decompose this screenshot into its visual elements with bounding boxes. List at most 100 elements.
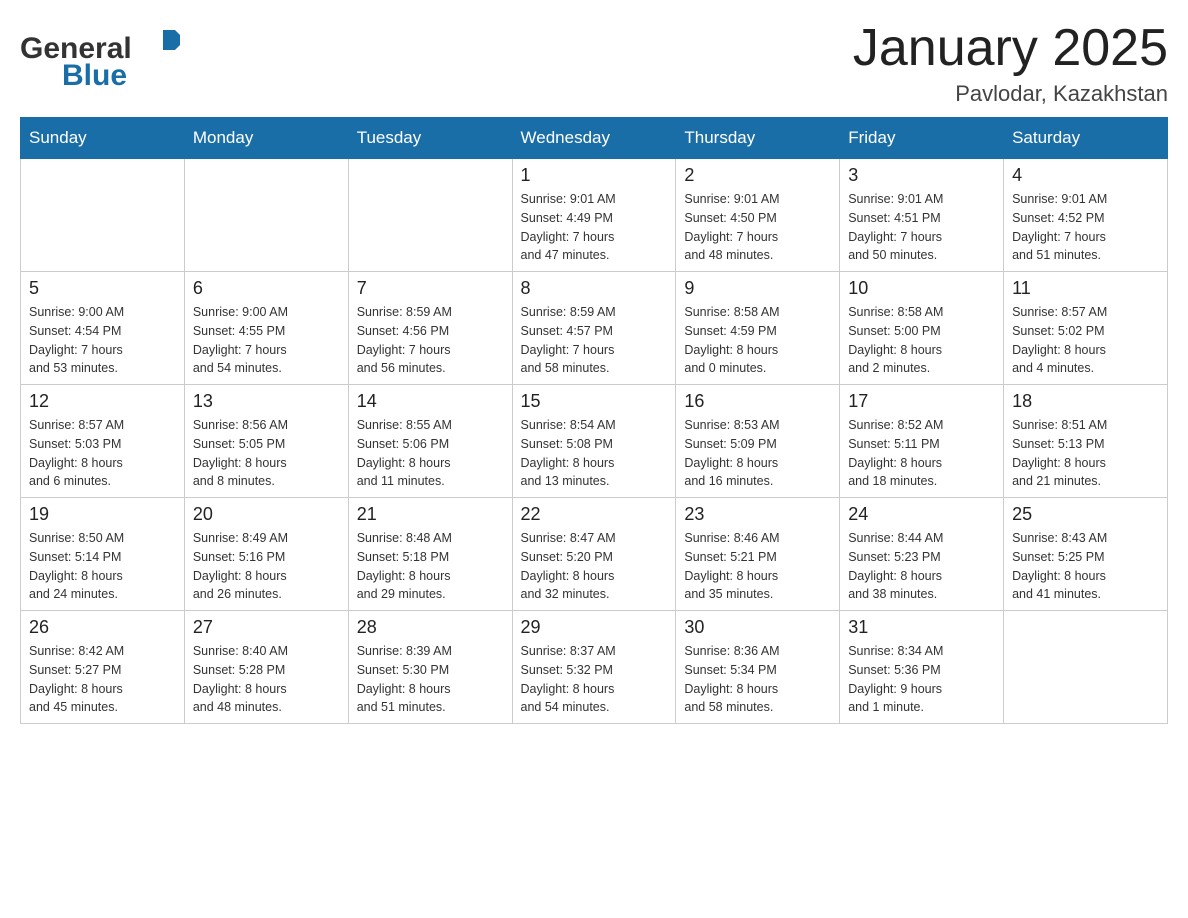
logo-svg: General Blue [20, 20, 180, 95]
day-info: Sunrise: 8:51 AM Sunset: 5:13 PM Dayligh… [1012, 416, 1159, 491]
day-number: 19 [29, 504, 176, 525]
day-info: Sunrise: 9:00 AM Sunset: 4:54 PM Dayligh… [29, 303, 176, 378]
day-number: 1 [521, 165, 668, 186]
day-number: 8 [521, 278, 668, 299]
day-info: Sunrise: 8:58 AM Sunset: 5:00 PM Dayligh… [848, 303, 995, 378]
week-row-4: 19 Sunrise: 8:50 AM Sunset: 5:14 PM Dayli… [21, 498, 1168, 611]
day-info: Sunrise: 8:59 AM Sunset: 4:56 PM Dayligh… [357, 303, 504, 378]
svg-text:Blue: Blue [62, 59, 127, 92]
day-info: Sunrise: 8:56 AM Sunset: 5:05 PM Dayligh… [193, 416, 340, 491]
calendar-cell: 19 Sunrise: 8:50 AM Sunset: 5:14 PM Dayli… [21, 498, 185, 611]
day-number: 10 [848, 278, 995, 299]
day-info: Sunrise: 8:57 AM Sunset: 5:02 PM Dayligh… [1012, 303, 1159, 378]
header-day-sunday: Sunday [21, 118, 185, 159]
day-number: 31 [848, 617, 995, 638]
calendar-cell: 21 Sunrise: 8:48 AM Sunset: 5:18 PM Dayli… [348, 498, 512, 611]
header-day-friday: Friday [840, 118, 1004, 159]
day-info: Sunrise: 8:36 AM Sunset: 5:34 PM Dayligh… [684, 642, 831, 717]
day-number: 28 [357, 617, 504, 638]
day-number: 13 [193, 391, 340, 412]
calendar-cell: 3 Sunrise: 9:01 AM Sunset: 4:51 PM Daylig… [840, 159, 1004, 272]
day-number: 20 [193, 504, 340, 525]
header-day-thursday: Thursday [676, 118, 840, 159]
day-info: Sunrise: 8:58 AM Sunset: 4:59 PM Dayligh… [684, 303, 831, 378]
calendar-cell: 20 Sunrise: 8:49 AM Sunset: 5:16 PM Dayli… [184, 498, 348, 611]
week-row-2: 5 Sunrise: 9:00 AM Sunset: 4:54 PM Daylig… [21, 272, 1168, 385]
calendar-cell: 28Sunrise: 8:39 AM Sunset: 5:30 PM Dayli… [348, 611, 512, 724]
calendar-table: SundayMondayTuesdayWednesdayThursdayFrid… [20, 117, 1168, 724]
day-number: 16 [684, 391, 831, 412]
day-info: Sunrise: 8:57 AM Sunset: 5:03 PM Dayligh… [29, 416, 176, 491]
calendar-cell: 13 Sunrise: 8:56 AM Sunset: 5:05 PM Dayli… [184, 385, 348, 498]
day-info: Sunrise: 8:42 AM Sunset: 5:27 PM Dayligh… [29, 642, 176, 717]
day-info: Sunrise: 9:01 AM Sunset: 4:51 PM Dayligh… [848, 190, 995, 265]
day-number: 24 [848, 504, 995, 525]
day-number: 27 [193, 617, 340, 638]
calendar-cell: 31 Sunrise: 8:34 AM Sunset: 5:36 PM Dayli… [840, 611, 1004, 724]
calendar-cell: 1 Sunrise: 9:01 AM Sunset: 4:49 PM Daylig… [512, 159, 676, 272]
month-title: January 2025 [853, 20, 1168, 77]
calendar-cell: 6Sunrise: 9:00 AM Sunset: 4:55 PM Daylig… [184, 272, 348, 385]
calendar-cell: 17 Sunrise: 8:52 AM Sunset: 5:11 PM Dayli… [840, 385, 1004, 498]
day-info: Sunrise: 8:48 AM Sunset: 5:18 PM Dayligh… [357, 529, 504, 604]
logo: General Blue [20, 20, 180, 95]
day-info: Sunrise: 8:53 AM Sunset: 5:09 PM Dayligh… [684, 416, 831, 491]
day-number: 18 [1012, 391, 1159, 412]
day-number: 14 [357, 391, 504, 412]
calendar-header-row: SundayMondayTuesdayWednesdayThursdayFrid… [21, 118, 1168, 159]
title-section: January 2025 Pavlodar, Kazakhstan [853, 20, 1168, 107]
day-number: 5 [29, 278, 176, 299]
day-info: Sunrise: 8:46 AM Sunset: 5:21 PM Dayligh… [684, 529, 831, 604]
week-row-1: 1 Sunrise: 9:01 AM Sunset: 4:49 PM Daylig… [21, 159, 1168, 272]
day-number: 3 [848, 165, 995, 186]
week-row-3: 12 Sunrise: 8:57 AM Sunset: 5:03 PM Dayli… [21, 385, 1168, 498]
day-number: 30 [684, 617, 831, 638]
day-info: Sunrise: 8:55 AM Sunset: 5:06 PM Dayligh… [357, 416, 504, 491]
day-info: Sunrise: 8:49 AM Sunset: 5:16 PM Dayligh… [193, 529, 340, 604]
day-number: 11 [1012, 278, 1159, 299]
day-info: Sunrise: 8:50 AM Sunset: 5:14 PM Dayligh… [29, 529, 176, 604]
calendar-cell: 11 Sunrise: 8:57 AM Sunset: 5:02 PM Dayli… [1004, 272, 1168, 385]
day-info: Sunrise: 8:47 AM Sunset: 5:20 PM Dayligh… [521, 529, 668, 604]
day-number: 4 [1012, 165, 1159, 186]
calendar-cell: 2Sunrise: 9:01 AM Sunset: 4:50 PM Daylig… [676, 159, 840, 272]
page-header: General Blue January 2025 Pavlodar, Kaza… [20, 20, 1168, 107]
calendar-cell: 8 Sunrise: 8:59 AM Sunset: 4:57 PM Daylig… [512, 272, 676, 385]
day-number: 12 [29, 391, 176, 412]
calendar-cell: 30 Sunrise: 8:36 AM Sunset: 5:34 PM Dayli… [676, 611, 840, 724]
day-info: Sunrise: 8:34 AM Sunset: 5:36 PM Dayligh… [848, 642, 995, 717]
calendar-cell: 18 Sunrise: 8:51 AM Sunset: 5:13 PM Dayli… [1004, 385, 1168, 498]
calendar-cell: 22Sunrise: 8:47 AM Sunset: 5:20 PM Dayli… [512, 498, 676, 611]
calendar-cell: 10 Sunrise: 8:58 AM Sunset: 5:00 PM Dayli… [840, 272, 1004, 385]
calendar-cell: 25Sunrise: 8:43 AM Sunset: 5:25 PM Dayli… [1004, 498, 1168, 611]
calendar-cell: 5 Sunrise: 9:00 AM Sunset: 4:54 PM Daylig… [21, 272, 185, 385]
day-number: 21 [357, 504, 504, 525]
calendar-cell: 15Sunrise: 8:54 AM Sunset: 5:08 PM Dayli… [512, 385, 676, 498]
calendar-cell: 14 Sunrise: 8:55 AM Sunset: 5:06 PM Dayli… [348, 385, 512, 498]
calendar-cell: 12 Sunrise: 8:57 AM Sunset: 5:03 PM Dayli… [21, 385, 185, 498]
day-info: Sunrise: 8:44 AM Sunset: 5:23 PM Dayligh… [848, 529, 995, 604]
day-number: 17 [848, 391, 995, 412]
calendar-cell: 29 Sunrise: 8:37 AM Sunset: 5:32 PM Dayli… [512, 611, 676, 724]
day-info: Sunrise: 8:40 AM Sunset: 5:28 PM Dayligh… [193, 642, 340, 717]
calendar-cell: 24 Sunrise: 8:44 AM Sunset: 5:23 PM Dayli… [840, 498, 1004, 611]
day-info: Sunrise: 9:01 AM Sunset: 4:49 PM Dayligh… [521, 190, 668, 265]
header-day-wednesday: Wednesday [512, 118, 676, 159]
calendar-cell: 16 Sunrise: 8:53 AM Sunset: 5:09 PM Dayli… [676, 385, 840, 498]
calendar-cell [348, 159, 512, 272]
day-info: Sunrise: 8:59 AM Sunset: 4:57 PM Dayligh… [521, 303, 668, 378]
day-info: Sunrise: 8:37 AM Sunset: 5:32 PM Dayligh… [521, 642, 668, 717]
day-number: 29 [521, 617, 668, 638]
calendar-cell [184, 159, 348, 272]
calendar-cell: 27 Sunrise: 8:40 AM Sunset: 5:28 PM Dayli… [184, 611, 348, 724]
day-info: Sunrise: 8:52 AM Sunset: 5:11 PM Dayligh… [848, 416, 995, 491]
calendar-cell [1004, 611, 1168, 724]
day-info: Sunrise: 9:01 AM Sunset: 4:50 PM Dayligh… [684, 190, 831, 265]
header-day-saturday: Saturday [1004, 118, 1168, 159]
day-number: 9 [684, 278, 831, 299]
location: Pavlodar, Kazakhstan [853, 81, 1168, 107]
calendar-cell: 9 Sunrise: 8:58 AM Sunset: 4:59 PM Daylig… [676, 272, 840, 385]
calendar-cell: 4Sunrise: 9:01 AM Sunset: 4:52 PM Daylig… [1004, 159, 1168, 272]
day-number: 15 [521, 391, 668, 412]
day-number: 23 [684, 504, 831, 525]
